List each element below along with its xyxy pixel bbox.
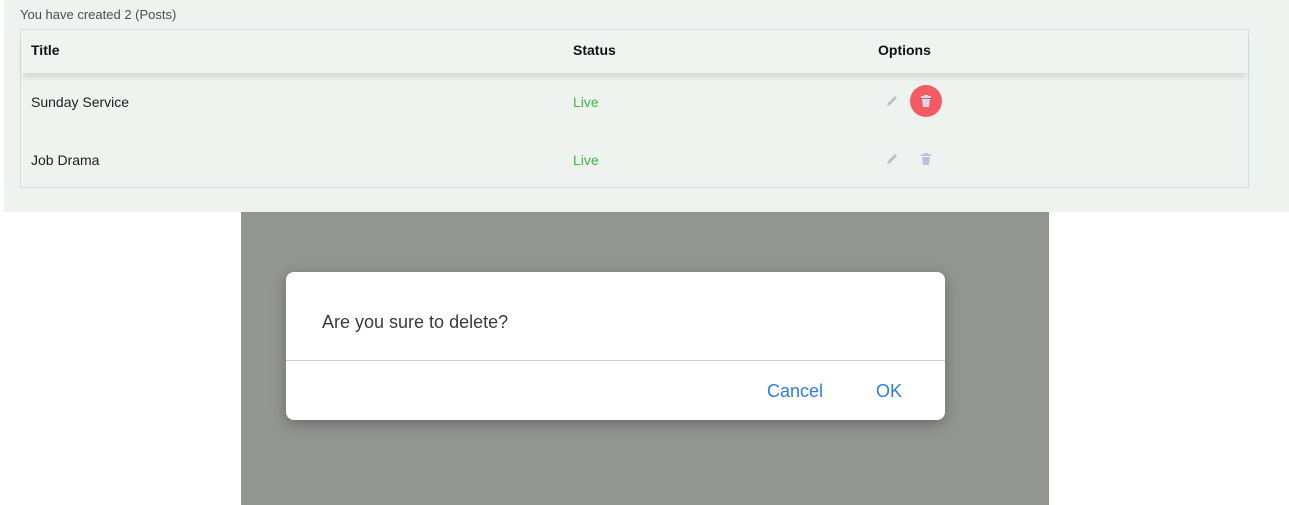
edit-button[interactable] (876, 85, 908, 117)
header-options: Options (878, 42, 931, 58)
row-title: Sunday Service (31, 94, 130, 110)
cancel-button[interactable]: Cancel (767, 381, 823, 402)
trash-icon (921, 94, 931, 107)
pencil-icon (887, 96, 897, 106)
edit-button[interactable] (876, 143, 908, 175)
delete-button[interactable] (910, 85, 942, 117)
posts-summary: You have created 2 (Posts) (20, 7, 177, 22)
row-title: Job Drama (31, 152, 100, 168)
ok-button[interactable]: OK (876, 381, 902, 402)
posts-panel: You have created 2 (Posts) Title Status … (4, 0, 1289, 212)
row-status: Live (573, 94, 599, 110)
table-row: Job Drama Live (21, 131, 1248, 189)
table-header: Title Status Options (21, 30, 1248, 73)
delete-button[interactable] (910, 143, 942, 175)
dialog-message: Are you sure to delete? (322, 312, 509, 332)
header-status: Status (573, 42, 616, 58)
dialog-divider (286, 360, 945, 361)
confirm-dialog: Are you sure to delete? Cancel OK (286, 272, 945, 420)
posts-table: Title Status Options Sunday Service Live (20, 29, 1249, 188)
trash-icon (921, 152, 931, 165)
header-title: Title (31, 42, 60, 58)
table-row: Sunday Service Live (21, 73, 1248, 131)
modal-overlay[interactable]: Are you sure to delete? Cancel OK (241, 212, 1049, 505)
pencil-icon (887, 154, 897, 164)
row-status: Live (573, 152, 599, 168)
